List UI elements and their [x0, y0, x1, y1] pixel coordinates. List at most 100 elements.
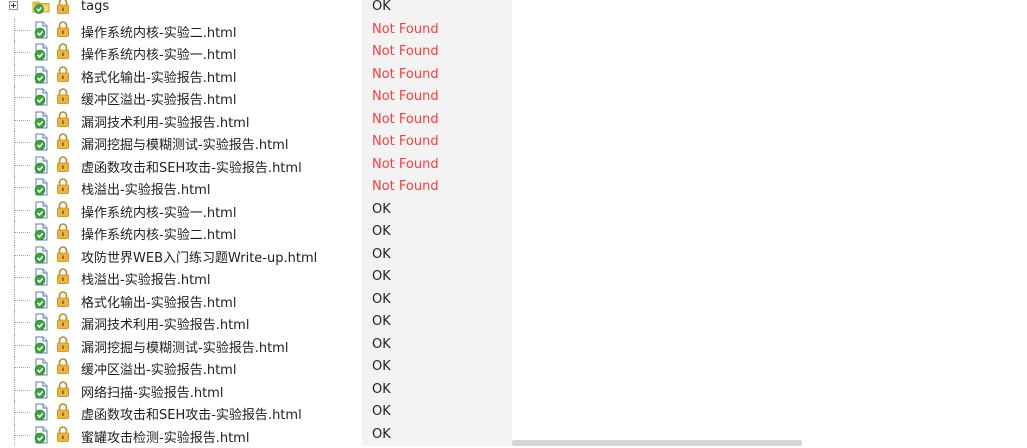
lock-icon — [55, 155, 71, 173]
file-name: 缓冲区溢出-实验报告.html — [81, 93, 237, 108]
file-name: 攻防世界WEB入门练习题Write-up.html — [81, 250, 318, 266]
status-text: OK — [372, 426, 391, 442]
tree-guide-line — [15, 142, 30, 143]
tree-row[interactable]: 格式化输出-实验报告.html OK — [0, 288, 512, 311]
tree-guide-line — [15, 412, 30, 413]
lock-icon — [55, 402, 71, 420]
tree-guide-line — [15, 277, 30, 278]
status-text: OK — [372, 291, 391, 307]
folder-check-icon — [32, 0, 50, 15]
tree-guide-line — [15, 119, 30, 121]
status-text: OK — [372, 381, 391, 397]
tree-guide-line — [15, 209, 30, 211]
tree-row[interactable]: 虚函数攻击和SEH攻击-实验报告.html Not Found — [0, 153, 512, 176]
html-file-check-icon — [32, 88, 50, 106]
html-file-check-icon — [32, 291, 50, 309]
file-name: 网络扫描-实验报告.html — [81, 385, 224, 401]
lock-icon — [55, 65, 71, 83]
lock-icon — [55, 177, 71, 195]
status-text: OK — [372, 314, 391, 329]
html-file-check-icon — [32, 178, 50, 196]
tree-row[interactable]: 漏洞技术利用-实验报告.html Not Found — [0, 108, 512, 131]
file-name: 缓冲区溢出-实验报告.html — [81, 363, 237, 378]
file-name: 虚函数攻击和SEH攻击-实验报告.html — [81, 408, 302, 423]
lock-icon — [55, 290, 71, 308]
tree-guide-line — [15, 254, 30, 256]
html-file-check-icon — [32, 111, 50, 129]
lock-icon — [55, 380, 71, 398]
lock-icon — [55, 357, 71, 375]
html-file-check-icon — [32, 21, 50, 39]
html-file-check-icon — [32, 381, 50, 399]
lock-icon — [55, 42, 71, 60]
tree-guide-line — [15, 322, 30, 323]
status-text: Not Found — [372, 111, 439, 127]
tree-guide-line — [15, 367, 30, 368]
status-text: Not Found — [372, 21, 439, 37]
tree-guide-line — [15, 434, 30, 436]
file-name: 蜜罐攻击检测-实验报告.html — [81, 430, 250, 446]
status-text: OK — [372, 224, 391, 239]
tree-row[interactable]: 缓冲区溢出-实验报告.html OK — [0, 356, 512, 378]
lock-icon — [55, 335, 71, 353]
file-name: 虚函数攻击和SEH攻击-实验报告.html — [81, 160, 302, 176]
lock-icon — [55, 87, 71, 105]
horizontal-scrollbar[interactable] — [512, 440, 802, 446]
plus-box-icon[interactable] — [9, 1, 18, 10]
tree-row[interactable]: 缓冲区溢出-实验报告.html Not Found — [0, 86, 512, 108]
html-file-check-icon — [32, 66, 50, 84]
file-name: 格式化输出-实验报告.html — [81, 70, 237, 86]
tree-row[interactable]: 栈溢出-实验报告.html OK — [0, 266, 512, 288]
status-text: Not Found — [372, 66, 439, 82]
html-file-check-icon — [32, 201, 50, 219]
file-name: 操作系统内核-实验二.html — [81, 228, 237, 243]
status-text: Not Found — [372, 89, 439, 104]
tree-row[interactable]: 漏洞技术利用-实验报告.html OK — [0, 311, 512, 333]
lock-icon — [55, 425, 71, 443]
file-name: 漏洞挖掘与模糊测试-实验报告.html — [81, 138, 289, 153]
status-text: Not Found — [372, 134, 439, 149]
file-name: 漏洞技术利用-实验报告.html — [81, 115, 250, 131]
lock-icon — [55, 245, 71, 263]
tree-row[interactable]: 操作系统内核-实验二.html OK — [0, 221, 512, 243]
tree-guide-line — [15, 164, 30, 166]
tree-row[interactable]: 操作系统内核-实验二.html Not Found — [0, 18, 512, 41]
lock-icon — [55, 110, 71, 128]
tree-guide-line — [15, 97, 30, 98]
tree-guide-line — [15, 52, 30, 53]
tree-row[interactable]: 漏洞挖掘与模糊测试-实验报告.html Not Found — [0, 131, 512, 153]
tree-root-row[interactable]: tags OK — [0, 0, 512, 18]
file-name: 栈溢出-实验报告.html — [81, 273, 211, 288]
lock-icon — [55, 312, 71, 330]
tree-row[interactable]: 操作系统内核-实验一.html OK — [0, 198, 512, 221]
file-name: 栈溢出-实验报告.html — [81, 183, 211, 198]
file-tree-pane: tags OK 操作系统内核-实验二.html Not Found 操作系统内核-实验一… — [0, 0, 512, 446]
lock-icon — [55, 132, 71, 150]
tree-guide-line — [15, 299, 30, 301]
lock-icon — [55, 200, 71, 218]
status-text: OK — [372, 0, 391, 14]
status-text: OK — [372, 359, 391, 374]
file-name: 漏洞技术利用-实验报告.html — [81, 318, 250, 333]
tree-row[interactable]: 虚函数攻击和SEH攻击-实验报告.html OK — [0, 401, 512, 423]
tree-row[interactable]: 蜜罐攻击检测-实验报告.html OK — [0, 423, 512, 446]
empty-pane — [512, 0, 1027, 446]
html-file-check-icon — [32, 313, 50, 331]
lock-icon — [55, 0, 71, 15]
file-name: 操作系统内核-实验一.html — [81, 205, 237, 221]
tree-row[interactable]: 操作系统内核-实验一.html Not Found — [0, 41, 512, 63]
html-file-check-icon — [32, 246, 50, 264]
file-name: 格式化输出-实验报告.html — [81, 295, 237, 311]
tree-row[interactable]: 格式化输出-实验报告.html Not Found — [0, 63, 512, 86]
status-text: OK — [372, 336, 391, 352]
tree-row[interactable]: 栈溢出-实验报告.html Not Found — [0, 176, 512, 198]
tree-row[interactable]: 网络扫描-实验报告.html OK — [0, 378, 512, 401]
tree-row[interactable]: 漏洞挖掘与模糊测试-实验报告.html OK — [0, 333, 512, 356]
tree-guide-line — [15, 187, 30, 188]
html-file-check-icon — [32, 43, 50, 61]
tree-row[interactable]: 攻防世界WEB入门练习题Write-up.html OK — [0, 243, 512, 266]
tree-guide-line — [15, 232, 30, 233]
lock-icon — [55, 267, 71, 285]
html-file-check-icon — [32, 426, 50, 444]
status-text: Not Found — [372, 179, 439, 194]
